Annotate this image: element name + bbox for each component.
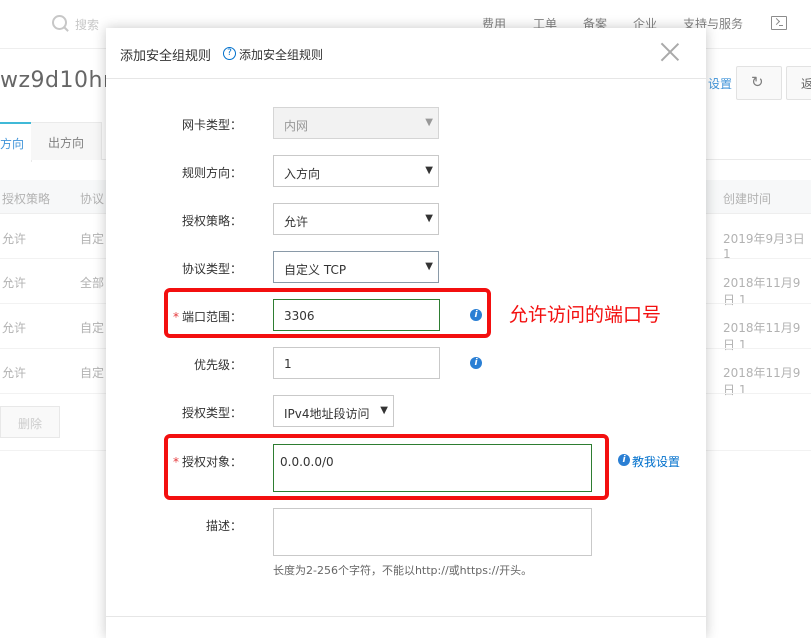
chevron-down-icon: ▼ — [425, 213, 433, 224]
protocol-select[interactable]: 自定义 TCP ▼ — [273, 251, 439, 283]
port-range-value: 3306 — [284, 309, 315, 323]
priority-input[interactable]: 1 — [273, 347, 440, 379]
required-mark: * — [172, 455, 179, 469]
auth-object-label-text: 授权对象： — [181, 455, 242, 469]
teach-me-link[interactable]: 教我设置 — [632, 453, 680, 470]
dialog-title: 添加安全组规则 — [120, 49, 212, 64]
required-mark: * — [172, 310, 179, 324]
description-hint: 长度为2-256个字符，不能以http://或https://开头。 — [273, 564, 533, 577]
port-range-label: * 端口范围： — [112, 308, 242, 325]
help-icon[interactable]: ? — [223, 47, 236, 60]
nic-type-value: 内网 — [284, 119, 309, 133]
port-range-input[interactable]: 3306 — [273, 299, 440, 331]
auth-type-value: IPv4地址段访问 — [284, 407, 370, 421]
auth-object-value: 0.0.0.0/0 — [280, 455, 334, 469]
chevron-down-icon: ▼ — [425, 165, 433, 176]
auth-object-label: * 授权对象： — [112, 453, 242, 470]
priority-value: 1 — [284, 357, 292, 371]
info-icon: i — [618, 454, 630, 466]
direction-label: 规则方向： — [181, 166, 242, 180]
description-textarea[interactable] — [273, 508, 592, 556]
info-icon[interactable]: i — [470, 357, 482, 369]
help-link[interactable]: 添加安全组规则 — [239, 46, 323, 63]
auth-type-label: 授权类型： — [181, 406, 242, 420]
chevron-down-icon: ▼ — [425, 117, 433, 128]
auth-type-select[interactable]: IPv4地址段访问 ▼ — [273, 395, 394, 427]
protocol-label: 协议类型： — [181, 262, 242, 276]
annotation-port-note: 允许访问的端口号 — [509, 304, 662, 326]
auth-object-textarea[interactable]: 0.0.0.0/0 — [273, 444, 592, 492]
info-icon[interactable]: i — [470, 309, 482, 321]
policy-select[interactable]: 允许 ▼ — [273, 203, 439, 235]
protocol-value: 自定义 TCP — [284, 263, 347, 277]
nic-type-label: 网卡类型： — [181, 118, 242, 132]
policy-value: 允许 — [284, 215, 309, 229]
dialog-footer-divider — [106, 616, 706, 617]
chevron-down-icon: ▼ — [425, 261, 433, 272]
nic-type-select: 内网 ▼ — [273, 107, 439, 139]
direction-select[interactable]: 入方向 ▼ — [273, 155, 439, 187]
add-security-rule-dialog: 添加安全组规则 ? 添加安全组规则 网卡类型： 内网 ▼ 规则方向： 入方向 ▼… — [106, 28, 706, 638]
chevron-down-icon: ▼ — [380, 405, 388, 416]
direction-value: 入方向 — [284, 167, 321, 181]
description-label: 描述： — [205, 519, 242, 533]
priority-label: 优先级： — [193, 358, 242, 372]
close-icon[interactable] — [660, 42, 680, 62]
port-range-label-text: 端口范围： — [181, 310, 242, 324]
policy-label: 授权策略： — [181, 214, 242, 228]
